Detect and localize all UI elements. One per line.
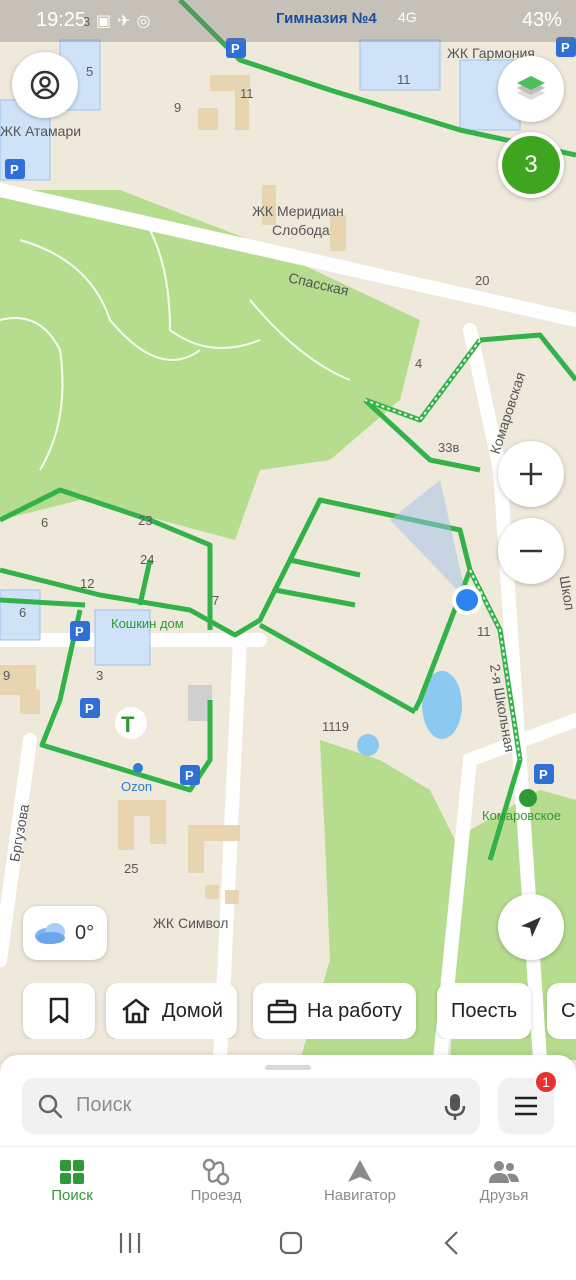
house-number: 12: [80, 576, 95, 591]
bottom-tab-bar: Поиск Проезд Навигатор Друзья: [0, 1146, 576, 1212]
eat-chip[interactable]: Поесть: [437, 983, 532, 1039]
sheet-handle[interactable]: [265, 1065, 311, 1070]
bookmarks-button[interactable]: [23, 983, 95, 1039]
status-time: 19:25: [36, 9, 87, 31]
recent-apps-button[interactable]: [118, 1230, 142, 1261]
tab-search-label: Поиск: [51, 1187, 93, 1204]
label-koshkin-dom[interactable]: Кошкин дом: [111, 616, 184, 631]
bottom-sheet: Поиск 1: [0, 1055, 576, 1146]
house-number: 6: [41, 515, 49, 530]
notification-icons: ▣✈◎: [96, 13, 157, 30]
tab-search[interactable]: Поиск: [12, 1157, 132, 1204]
label-komarovskoe[interactable]: Комаровское: [482, 808, 561, 823]
house-number: 25: [124, 861, 139, 876]
back-button[interactable]: [442, 1230, 462, 1261]
profile-button[interactable]: [12, 52, 78, 118]
house-number: 9: [3, 668, 11, 683]
layers-icon: [517, 76, 545, 100]
minus-icon: [520, 549, 542, 553]
svg-text:P: P: [231, 41, 240, 56]
label-zhk-atamari: ЖК Атамари: [0, 123, 82, 139]
map-view[interactable]: P P P P P P P T ЖК Атамари ЖК Гармония Ж…: [0, 0, 576, 1060]
bookmark-icon: [49, 997, 69, 1024]
status-bar: 19:25 ▣✈◎ Гимназия №4 4G 43%: [0, 0, 576, 42]
svg-text:P: P: [185, 768, 194, 783]
more-chip-label: С: [561, 999, 576, 1022]
house-number: 11: [397, 72, 411, 87]
weather-widget[interactable]: 0°: [23, 906, 107, 960]
notification-badge: 1: [534, 1070, 558, 1094]
weather-temperature: 0°: [75, 921, 95, 944]
house-number: 20: [475, 273, 490, 288]
tab-friends[interactable]: Друзья: [444, 1157, 564, 1204]
label-zhk-simvol: ЖК Символ: [153, 915, 229, 931]
cloud-icon: [35, 923, 65, 944]
tab-navigator[interactable]: Навигатор: [300, 1157, 420, 1204]
home-square-icon: [279, 1231, 303, 1255]
traffic-button[interactable]: 3: [498, 132, 564, 198]
svg-text:P: P: [561, 40, 570, 55]
eat-chip-label: Поесть: [451, 999, 518, 1022]
work-chip-label: На работу: [307, 999, 402, 1022]
status-poi-label: Гимназия №4: [276, 10, 377, 27]
route-icon: [202, 1158, 230, 1186]
house-number: 4: [415, 356, 423, 371]
zoom-in-button[interactable]: [498, 441, 564, 507]
svg-text:P: P: [85, 701, 94, 716]
zoom-out-button[interactable]: [498, 518, 564, 584]
home-icon: [122, 998, 150, 1024]
search-placeholder: Поиск: [76, 1094, 132, 1116]
map-layers-button[interactable]: [498, 56, 564, 122]
home-system-button[interactable]: [278, 1230, 304, 1261]
menu-button[interactable]: 1: [498, 1070, 558, 1134]
search-icon: [38, 1094, 63, 1119]
work-chip[interactable]: На работу: [253, 983, 416, 1039]
friends-icon: [489, 1161, 519, 1183]
microphone-icon[interactable]: [444, 1092, 466, 1122]
recent-apps-icon: [119, 1233, 141, 1253]
house-number: 6: [19, 605, 27, 620]
tab-friends-label: Друзья: [479, 1187, 529, 1204]
svg-text:P: P: [539, 767, 548, 782]
map-canvas: P P P P P P P T: [0, 0, 576, 1060]
home-chip-label: Домой: [162, 999, 223, 1022]
svg-text:T: T: [121, 712, 135, 737]
search-bar[interactable]: Поиск: [22, 1078, 480, 1134]
back-chevron-icon: [444, 1231, 458, 1255]
label-ozon[interactable]: Ozon: [121, 779, 152, 794]
quick-actions: Домой На работу Поесть С: [0, 983, 576, 1039]
battery-level: 43%: [521, 9, 562, 31]
my-location-button[interactable]: [498, 894, 564, 960]
svg-text:P: P: [10, 162, 19, 177]
traffic-level: 3: [502, 136, 560, 194]
house-number: 11: [477, 624, 491, 639]
tab-route-label: Проезд: [190, 1187, 242, 1204]
navigator-icon: [348, 1160, 372, 1182]
house-number: 3: [96, 668, 104, 683]
house-number: 24: [140, 552, 155, 567]
briefcase-icon: [267, 999, 297, 1024]
label-zhk-meridian: ЖК Меридиан: [252, 203, 344, 219]
house-number: 9: [174, 100, 182, 115]
house-number: 23: [138, 513, 153, 528]
house-number: 33в: [438, 440, 460, 455]
navigation-arrow-icon: [521, 917, 541, 937]
more-chip[interactable]: С: [547, 983, 576, 1039]
user-circle-icon: [30, 70, 60, 100]
house-number: 1119: [322, 719, 349, 734]
svg-text:P: P: [75, 624, 84, 639]
label-sloboda: Слобода: [272, 222, 330, 238]
plus-icon: [520, 463, 542, 485]
tab-route[interactable]: Проезд: [156, 1157, 276, 1204]
home-chip[interactable]: Домой: [106, 983, 237, 1039]
network-indicator: 4G: [398, 9, 417, 25]
house-number: 5: [86, 64, 94, 79]
house-number: 7: [212, 593, 220, 608]
house-number: 11: [240, 86, 254, 101]
grid-icon: [60, 1160, 84, 1184]
hamburger-menu-icon: [515, 1096, 537, 1116]
system-navigation-bar: [0, 1212, 576, 1280]
tab-navigator-label: Навигатор: [323, 1187, 397, 1204]
